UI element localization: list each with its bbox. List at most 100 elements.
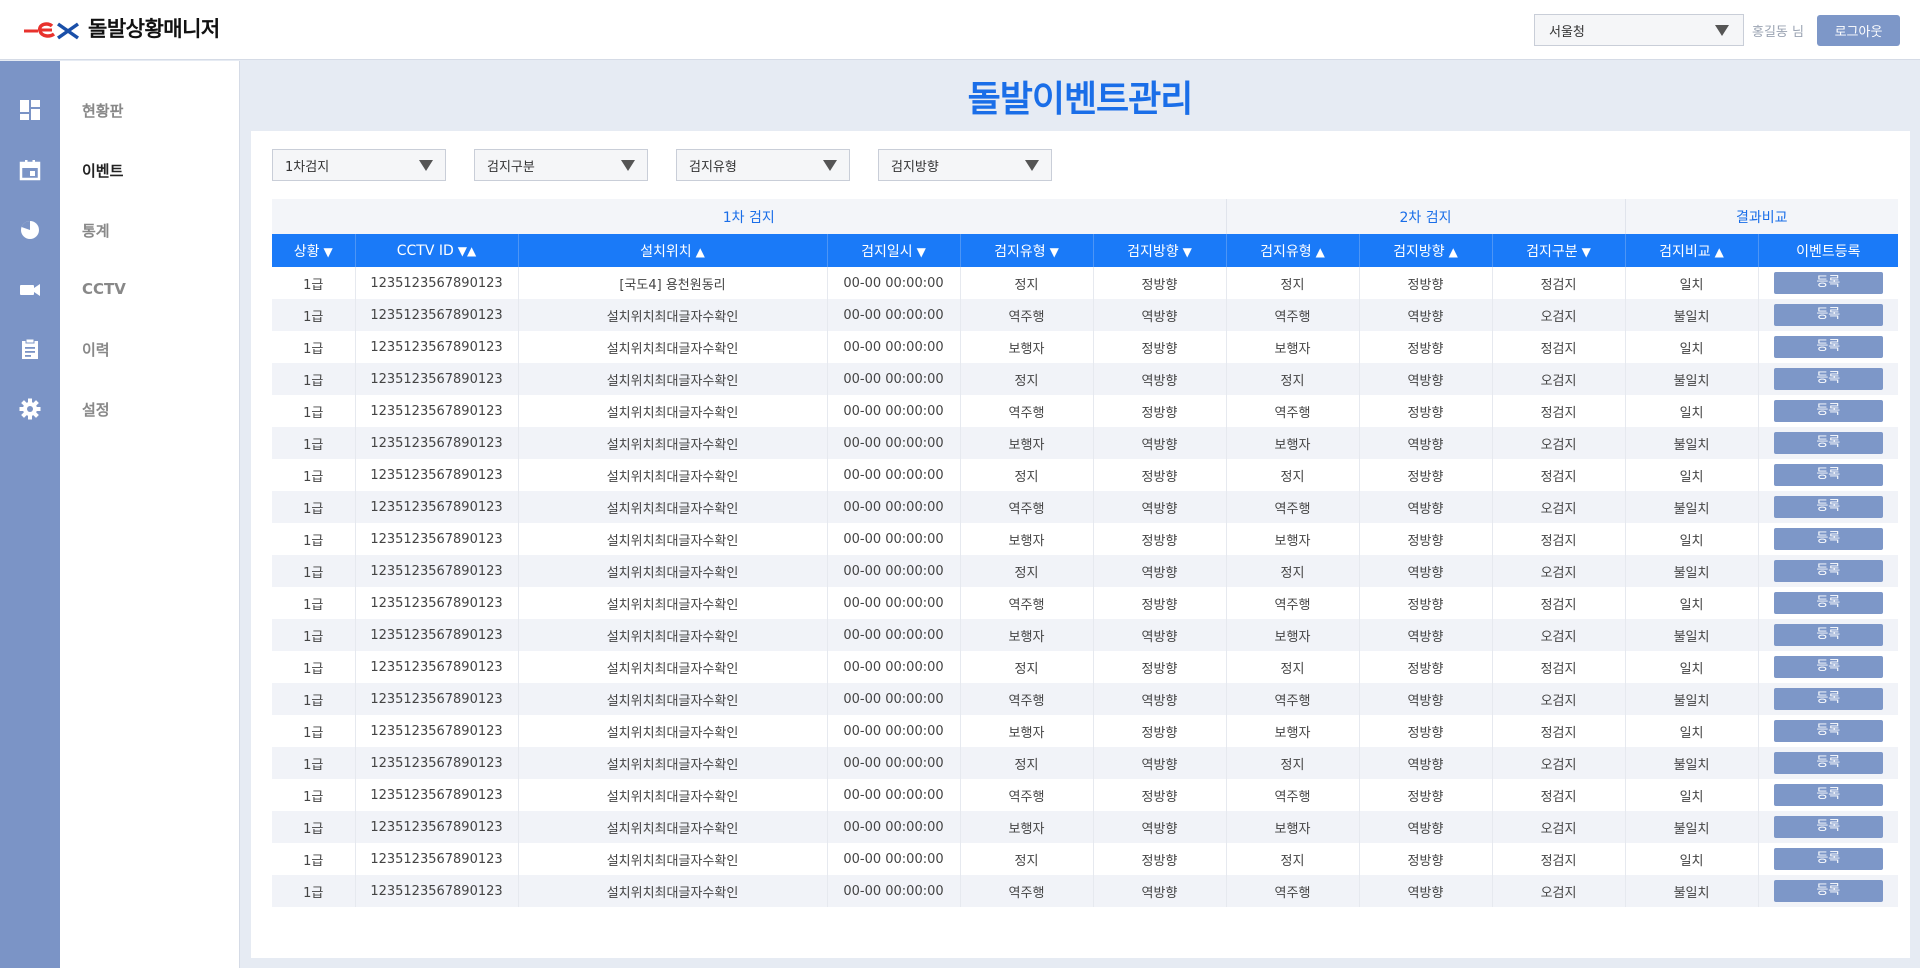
register-event-button[interactable]: 등록 bbox=[1773, 272, 1883, 294]
sidebar-item-events[interactable]: 이벤트 bbox=[82, 160, 123, 181]
table-row[interactable]: 1급 1235123567890123 설치위치최대글자수확인 00-00 00:00… bbox=[272, 843, 1899, 875]
table-row[interactable]: 1급 1235123567890123 설치위치최대글자수확인 00-00 00:00… bbox=[272, 491, 1899, 523]
sort-arrow-icon[interactable]: ▼ bbox=[1582, 245, 1591, 259]
register-event-button[interactable]: 등록 bbox=[1773, 688, 1883, 710]
table-row[interactable]: 1급 1235123567890123 설치위치최대글자수확인 00-00 00:00… bbox=[272, 811, 1899, 843]
table-cell: 1급 bbox=[272, 267, 356, 299]
column-header[interactable]: 검지유형 ▼ bbox=[960, 234, 1094, 267]
table-cell: 설치위치최대글자수확인 bbox=[518, 843, 828, 875]
register-event-button[interactable]: 등록 bbox=[1773, 624, 1883, 646]
register-event-button[interactable]: 등록 bbox=[1773, 656, 1883, 678]
region-select-value: 서울청 bbox=[1549, 24, 1585, 40]
table-cell: 오검지 bbox=[1492, 555, 1626, 587]
table-cell: 보행자 bbox=[960, 331, 1094, 363]
filter-detection-type[interactable]: 검지유형 bbox=[676, 149, 850, 181]
table-cell: 등록 bbox=[1758, 715, 1899, 747]
sort-arrow-icon[interactable]: ▲ bbox=[1449, 245, 1458, 259]
column-header[interactable]: 검지방향 ▼ bbox=[1093, 234, 1227, 267]
table-cell: 1급 bbox=[272, 523, 356, 555]
register-event-button[interactable]: 등록 bbox=[1773, 592, 1883, 614]
register-event-button[interactable]: 등록 bbox=[1773, 400, 1883, 422]
sidebar-item-history[interactable]: 이력 bbox=[82, 339, 110, 360]
table-cell: 정지 bbox=[960, 363, 1094, 395]
table-cell: 1급 bbox=[272, 331, 356, 363]
sidebar-item-dashboard[interactable]: 현황판 bbox=[82, 100, 123, 121]
table-row[interactable]: 1급 1235123567890123 설치위치최대글자수확인 00-00 00:00… bbox=[272, 619, 1899, 651]
calendar-icon[interactable] bbox=[19, 159, 41, 181]
register-event-button[interactable]: 등록 bbox=[1773, 528, 1883, 550]
table-row[interactable]: 1급 1235123567890123 설치위치최대글자수확인 00-00 00:00… bbox=[272, 683, 1899, 715]
table-row[interactable]: 1급 1235123567890123 [국도4] 용천원동리 00-00 00:00… bbox=[272, 267, 1899, 299]
register-event-button[interactable]: 등록 bbox=[1773, 304, 1883, 326]
table-cell: 오검지 bbox=[1492, 491, 1626, 523]
register-event-button[interactable]: 등록 bbox=[1773, 432, 1883, 454]
table-row[interactable]: 1급 1235123567890123 설치위치최대글자수확인 00-00 00:00… bbox=[272, 651, 1899, 683]
register-event-button[interactable]: 등록 bbox=[1773, 816, 1883, 838]
column-header[interactable]: 검지일시 ▼ bbox=[827, 234, 961, 267]
register-event-button[interactable]: 등록 bbox=[1773, 880, 1883, 902]
register-event-button[interactable]: 등록 bbox=[1773, 752, 1883, 774]
sort-arrow-icon[interactable]: ▲ bbox=[1715, 245, 1724, 259]
table-cell: 등록 bbox=[1758, 843, 1899, 875]
filter-label: 검지구분 bbox=[487, 159, 535, 175]
table-row[interactable]: 1급 1235123567890123 설치위치최대글자수확인 00-00 00:00… bbox=[272, 427, 1899, 459]
table-cell: 보행자 bbox=[1226, 619, 1360, 651]
column-header[interactable]: 상황 ▼ bbox=[272, 234, 356, 267]
sort-arrow-icon[interactable]: ▼ bbox=[917, 245, 926, 259]
table-row[interactable]: 1급 1235123567890123 설치위치최대글자수확인 00-00 00:00… bbox=[272, 459, 1899, 491]
table-cell: 정지 bbox=[1226, 555, 1360, 587]
column-header[interactable]: 검지구분 ▼ bbox=[1492, 234, 1626, 267]
register-event-button[interactable]: 등록 bbox=[1773, 720, 1883, 742]
register-event-button[interactable]: 등록 bbox=[1773, 784, 1883, 806]
filter-first-detection[interactable]: 1차검지 bbox=[272, 149, 446, 181]
table-row[interactable]: 1급 1235123567890123 설치위치최대글자수확인 00-00 00:00… bbox=[272, 587, 1899, 619]
table-cell: 보행자 bbox=[1226, 715, 1360, 747]
register-event-button[interactable]: 등록 bbox=[1773, 336, 1883, 358]
table-row[interactable]: 1급 1235123567890123 설치위치최대글자수확인 00-00 00:00… bbox=[272, 779, 1899, 811]
table-cell: 보행자 bbox=[960, 619, 1094, 651]
video-camera-icon[interactable] bbox=[19, 279, 41, 301]
sort-arrow-icon[interactable]: ▼ bbox=[1183, 245, 1192, 259]
sort-arrow-icon[interactable]: ▲ bbox=[696, 245, 705, 259]
clipboard-icon[interactable] bbox=[19, 338, 41, 360]
register-event-button[interactable]: 등록 bbox=[1773, 560, 1883, 582]
sidebar-item-cctv[interactable]: CCTV bbox=[82, 280, 126, 298]
column-header[interactable]: 검지방향 ▲ bbox=[1359, 234, 1493, 267]
table-row[interactable]: 1급 1235123567890123 설치위치최대글자수확인 00-00 00:00… bbox=[272, 715, 1899, 747]
region-select[interactable]: 서울청 bbox=[1534, 14, 1744, 46]
sidebar-item-statistics[interactable]: 통계 bbox=[82, 220, 110, 241]
column-header[interactable]: 설치위치 ▲ bbox=[518, 234, 828, 267]
table-cell: 정방향 bbox=[1359, 715, 1493, 747]
table-row[interactable]: 1급 1235123567890123 설치위치최대글자수확인 00-00 00:00… bbox=[272, 523, 1899, 555]
table-cell: 1235123567890123 bbox=[355, 779, 519, 811]
table-row[interactable]: 1급 1235123567890123 설치위치최대글자수확인 00-00 00:00… bbox=[272, 747, 1899, 779]
table-cell: 일치 bbox=[1625, 459, 1759, 491]
dashboard-icon[interactable] bbox=[19, 99, 41, 121]
ex-logo[interactable] bbox=[22, 16, 80, 44]
table-row[interactable]: 1급 1235123567890123 설치위치최대글자수확인 00-00 00:00… bbox=[272, 395, 1899, 427]
table-row[interactable]: 1급 1235123567890123 설치위치최대글자수확인 00-00 00:00… bbox=[272, 363, 1899, 395]
column-header[interactable]: CCTV ID ▼▲ bbox=[355, 234, 519, 267]
logout-button[interactable]: 로그아웃 bbox=[1817, 15, 1900, 46]
register-event-button[interactable]: 등록 bbox=[1773, 368, 1883, 390]
table-row[interactable]: 1급 1235123567890123 설치위치최대글자수확인 00-00 00:00… bbox=[272, 875, 1899, 907]
filter-detection-direction[interactable]: 검지방향 bbox=[878, 149, 1052, 181]
register-event-button[interactable]: 등록 bbox=[1773, 496, 1883, 518]
filter-detection-class[interactable]: 검지구분 bbox=[474, 149, 648, 181]
sort-arrow-icon[interactable]: ▼▲ bbox=[458, 244, 476, 258]
sidebar-item-settings[interactable]: 설정 bbox=[82, 399, 110, 420]
register-event-button[interactable]: 등록 bbox=[1773, 464, 1883, 486]
column-header[interactable]: 검지유형 ▲ bbox=[1226, 234, 1360, 267]
pie-chart-icon[interactable] bbox=[19, 219, 41, 241]
sort-arrow-icon[interactable]: ▲ bbox=[1316, 245, 1325, 259]
table-cell: 오검지 bbox=[1492, 427, 1626, 459]
register-event-button[interactable]: 등록 bbox=[1773, 848, 1883, 870]
column-header[interactable]: 검지비교 ▲ bbox=[1625, 234, 1759, 267]
table-row[interactable]: 1급 1235123567890123 설치위치최대글자수확인 00-00 00:00… bbox=[272, 331, 1899, 363]
gear-icon[interactable] bbox=[19, 398, 41, 420]
sort-arrow-icon[interactable]: ▼ bbox=[1050, 245, 1059, 259]
table-row[interactable]: 1급 1235123567890123 설치위치최대글자수확인 00-00 00:00… bbox=[272, 555, 1899, 587]
column-header[interactable]: 이벤트등록 bbox=[1758, 234, 1899, 267]
table-row[interactable]: 1급 1235123567890123 설치위치최대글자수확인 00-00 00:00… bbox=[272, 299, 1899, 331]
sort-arrow-icon[interactable]: ▼ bbox=[324, 245, 333, 259]
